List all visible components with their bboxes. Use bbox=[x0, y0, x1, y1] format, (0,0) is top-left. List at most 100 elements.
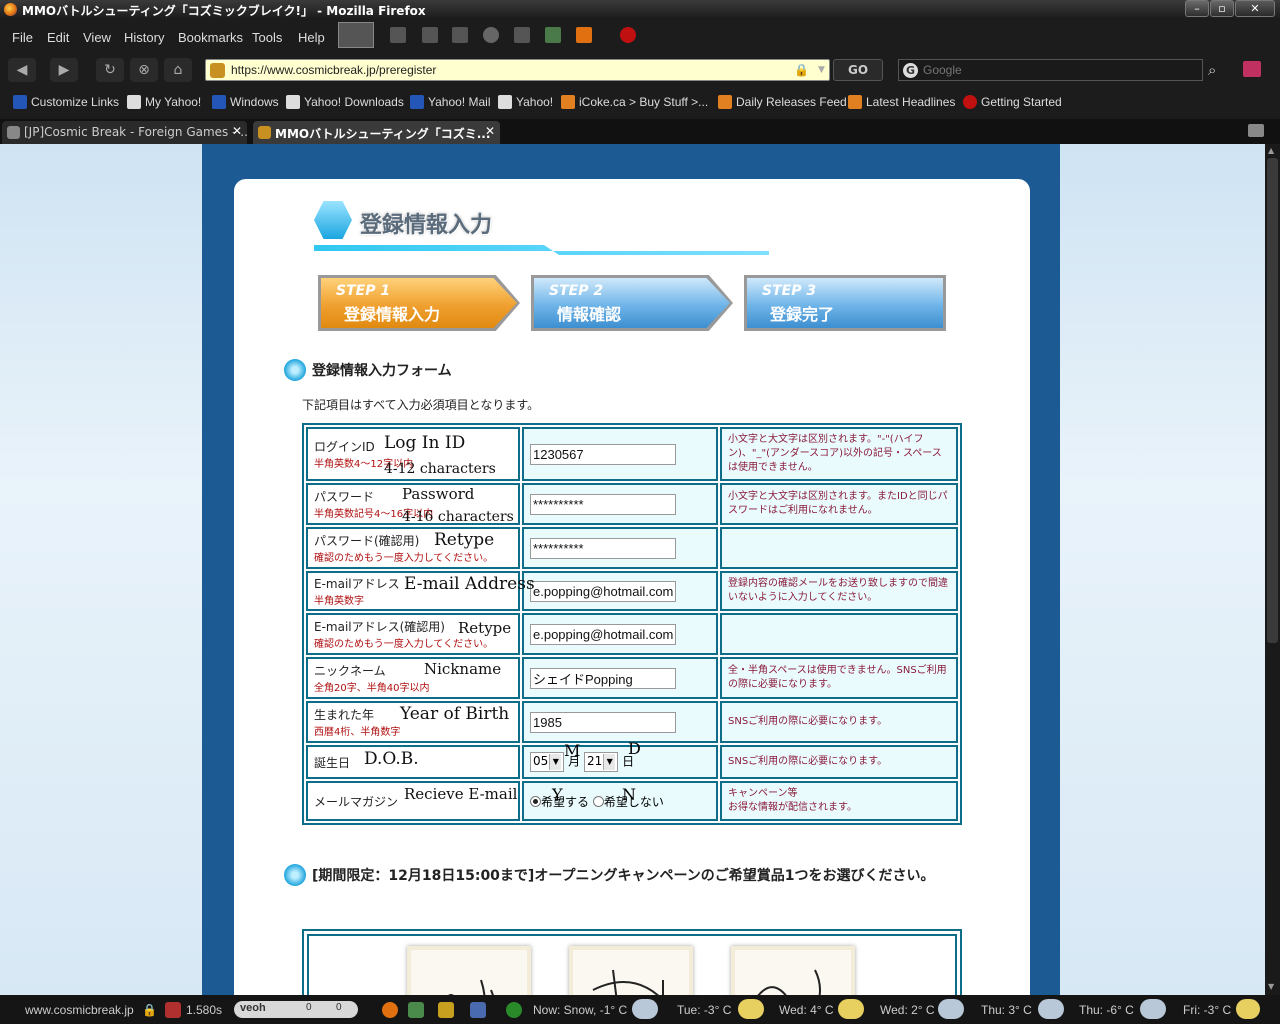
tab-cosmic-break-register[interactable]: MMOバトルシューティング「コズミ... ✕ bbox=[253, 121, 500, 144]
toolbar-icon-1[interactable] bbox=[390, 27, 406, 43]
addon-icon[interactable] bbox=[545, 27, 561, 43]
url-bar[interactable]: https://www.cosmicbreak.jp/preregister 🔒 bbox=[205, 59, 830, 81]
login-id-input[interactable] bbox=[530, 443, 676, 465]
weather-now[interactable]: Now: Snow, -1° C bbox=[533, 1003, 627, 1017]
handwritten-annotation: D.O.B. bbox=[364, 749, 419, 769]
url-dropdown-icon[interactable]: ▼ bbox=[818, 65, 825, 75]
minimize-button[interactable]: – bbox=[1185, 0, 1209, 17]
navigation-bar: ◀ ▶ ↻ ⊗ ⌂ https://www.cosmicbreak.jp/pre… bbox=[0, 53, 1280, 87]
addon-status-icon[interactable] bbox=[408, 1002, 424, 1018]
weather-thu-2[interactable]: Thu: -6° C bbox=[1079, 1003, 1134, 1017]
bookmark-yahoo[interactable]: Yahoo! bbox=[498, 95, 553, 109]
scroll-down-icon[interactable]: ▼ bbox=[1268, 982, 1277, 991]
go-button[interactable]: GO bbox=[833, 59, 883, 81]
greasemonkey-icon[interactable] bbox=[438, 1002, 454, 1018]
menu-file[interactable]: File bbox=[12, 30, 33, 45]
snow-cloud-icon bbox=[1140, 999, 1166, 1019]
url-text[interactable]: https://www.cosmicbreak.jp/preregister bbox=[231, 63, 436, 77]
newsletter-yes-radio[interactable] bbox=[530, 795, 541, 807]
weather-wed-1[interactable]: Wed: 4° C bbox=[779, 1003, 834, 1017]
page-viewport: 登録情報入力 STEP 1 登録情報入力 STEP 2 情報確認 STEP 3 … bbox=[0, 144, 1265, 995]
load-time: 1.580s bbox=[186, 1003, 223, 1017]
menu-bookmarks[interactable]: Bookmarks bbox=[178, 30, 243, 45]
bookmark-icoke[interactable]: iCoke.ca > Buy Stuff >... bbox=[561, 95, 708, 109]
menu-view[interactable]: View bbox=[83, 30, 111, 45]
menu-help[interactable]: Help bbox=[298, 30, 325, 45]
firefox-status-icon[interactable] bbox=[382, 1002, 398, 1018]
sun-cloud-icon bbox=[738, 999, 764, 1019]
folder-icon[interactable] bbox=[452, 27, 468, 43]
nickname-input[interactable] bbox=[530, 667, 676, 689]
handwritten-annotation: Retype bbox=[434, 530, 495, 550]
reader-icon[interactable] bbox=[1243, 61, 1261, 77]
bookmark-yahoo-downloads[interactable]: Yahoo! Downloads bbox=[286, 95, 404, 109]
lock-icon[interactable]: 🔒 bbox=[794, 63, 809, 77]
forward-button[interactable]: ▶ bbox=[50, 58, 78, 82]
bookmark-getting-started[interactable]: Getting Started bbox=[963, 95, 1062, 109]
extension-icon[interactable] bbox=[470, 1002, 486, 1018]
registration-form-table: ログインID 半角英数4～12字以内 Log In ID 4-12 charac… bbox=[302, 423, 962, 825]
globe-icon[interactable] bbox=[506, 1002, 522, 1018]
weather-wed-2[interactable]: Wed: 2° C bbox=[880, 1003, 935, 1017]
prize-autograph-2[interactable] bbox=[569, 946, 693, 995]
birth-month-select[interactable]: 05 ▼ bbox=[530, 752, 565, 772]
page-icon bbox=[286, 95, 300, 109]
history-icon[interactable] bbox=[483, 27, 499, 43]
page-title: 登録情報入力 bbox=[360, 213, 493, 238]
toolbar-icon-2[interactable] bbox=[422, 27, 438, 43]
prize-autograph-3[interactable] bbox=[731, 946, 855, 995]
browser-window: MMOバトルシューティング「コズミックブレイク!」 - Mozilla Fire… bbox=[0, 0, 1280, 1024]
lock-icon[interactable]: 🔒 bbox=[142, 1003, 157, 1017]
search-magnifier-icon[interactable]: ⌕ bbox=[1208, 61, 1216, 79]
maximize-button[interactable]: ▫ bbox=[1210, 0, 1234, 17]
password-input[interactable] bbox=[530, 493, 676, 515]
password-confirm-input[interactable] bbox=[530, 537, 676, 559]
email-input[interactable] bbox=[530, 580, 676, 602]
weather-thu-1[interactable]: Thu: 3° C bbox=[981, 1003, 1032, 1017]
menu-tools[interactable]: Tools bbox=[252, 30, 282, 45]
bookmark-daily-releases[interactable]: Daily Releases Feed bbox=[718, 95, 847, 109]
bookmark-icon bbox=[410, 95, 424, 109]
back-button[interactable]: ◀ bbox=[8, 58, 36, 82]
close-button[interactable]: ✕ bbox=[1235, 0, 1275, 17]
veoh-widget[interactable]: veoh 0 0 bbox=[234, 1001, 358, 1018]
stop-button[interactable]: ⊗ bbox=[130, 58, 158, 82]
persona-thumbnail[interactable] bbox=[338, 22, 374, 48]
rss-icon bbox=[561, 95, 575, 109]
scrollbar-thumb[interactable] bbox=[1267, 158, 1278, 643]
print-icon[interactable] bbox=[514, 27, 530, 43]
newsletter-no-radio[interactable] bbox=[592, 795, 604, 807]
bookmark-my-yahoo[interactable]: My Yahoo! bbox=[127, 95, 201, 109]
search-input[interactable] bbox=[923, 62, 1193, 78]
reload-button[interactable]: ↻ bbox=[96, 58, 124, 82]
weather-fri[interactable]: Fri: -3° C bbox=[1183, 1003, 1231, 1017]
search-box[interactable]: G bbox=[898, 59, 1203, 81]
email-confirm-input[interactable] bbox=[530, 623, 676, 645]
handwritten-annotation: E-mail Address bbox=[404, 574, 535, 594]
menu-history[interactable]: History bbox=[124, 30, 164, 45]
bookmark-icon bbox=[13, 95, 27, 109]
signature-image bbox=[592, 969, 664, 995]
tab-list-icon[interactable] bbox=[1248, 124, 1264, 137]
window-title: MMOバトルシューティング「コズミックブレイク!」 - Mozilla Fire… bbox=[22, 4, 426, 18]
handwritten-annotation: N bbox=[622, 785, 636, 804]
vertical-scrollbar[interactable]: ▲ ▼ bbox=[1265, 144, 1280, 995]
home-button[interactable]: ⌂ bbox=[164, 58, 192, 82]
birth-year-input[interactable] bbox=[530, 711, 676, 733]
menu-edit[interactable]: Edit bbox=[47, 30, 69, 45]
adblock-icon[interactable] bbox=[620, 27, 636, 43]
scroll-up-icon[interactable]: ▲ bbox=[1268, 146, 1277, 155]
sun-cloud-icon bbox=[1236, 999, 1260, 1019]
bookmark-customize-links[interactable]: Customize Links bbox=[13, 95, 119, 109]
tab-close-icon[interactable]: ✕ bbox=[232, 124, 242, 138]
bookmark-windows[interactable]: Windows bbox=[212, 95, 279, 109]
bookmark-yahoo-mail[interactable]: Yahoo! Mail bbox=[410, 95, 490, 109]
bookmark-latest-headlines[interactable]: Latest Headlines bbox=[848, 95, 955, 109]
tab-cosmic-break-foreign[interactable]: [JP]Cosmic Break - Foreign Games - ... ✕ bbox=[2, 121, 247, 144]
tab-close-icon[interactable]: ✕ bbox=[485, 124, 495, 138]
birth-day-select[interactable]: 21 ▼ bbox=[583, 752, 619, 772]
weather-tue[interactable]: Tue: -3° C bbox=[677, 1003, 731, 1017]
prize-autograph-1[interactable] bbox=[407, 946, 531, 995]
handwritten-annotation: Log In ID bbox=[384, 433, 466, 453]
flash-icon[interactable] bbox=[576, 27, 592, 43]
